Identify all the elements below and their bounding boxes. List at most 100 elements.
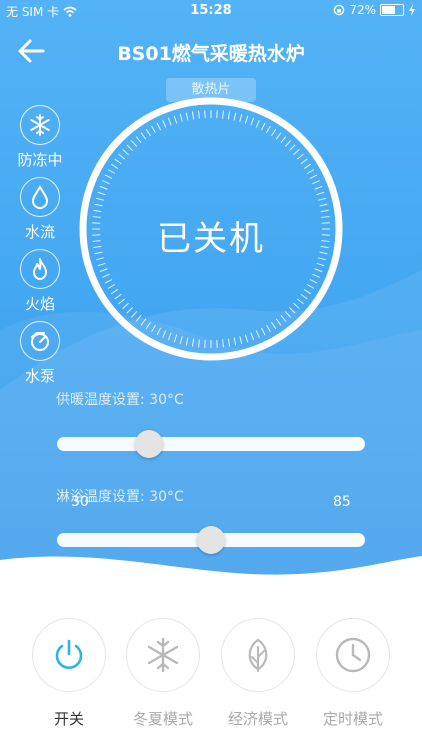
dial-tick bbox=[131, 311, 138, 318]
dial-tick bbox=[314, 268, 323, 273]
dial-tick bbox=[239, 113, 243, 122]
leaf-icon bbox=[248, 638, 268, 672]
dial-tick bbox=[312, 180, 320, 185]
dial-tick bbox=[107, 169, 116, 174]
dial-tick bbox=[131, 140, 138, 147]
dial-tick bbox=[222, 110, 224, 119]
heating-temp-slider[interactable] bbox=[57, 437, 365, 451]
dial-tick bbox=[191, 111, 195, 120]
dial-tick bbox=[185, 337, 189, 346]
dial-tick bbox=[102, 273, 110, 278]
dial-tick bbox=[95, 197, 104, 201]
dial-tick bbox=[293, 149, 300, 156]
shower-max-label: 85 bbox=[333, 494, 351, 510]
dial-tick bbox=[289, 307, 296, 314]
indicator-pump: 水泵 bbox=[14, 321, 66, 386]
dial-tick bbox=[126, 144, 133, 151]
dial-tick bbox=[110, 163, 119, 169]
dial-tick bbox=[156, 327, 162, 336]
dial-tick bbox=[306, 169, 315, 174]
water-drop-icon bbox=[31, 185, 49, 209]
dial-tick bbox=[306, 284, 315, 289]
dial-tick bbox=[266, 324, 271, 333]
dial-tick bbox=[140, 318, 147, 326]
dial-tick bbox=[99, 185, 108, 190]
dial-tick bbox=[107, 284, 116, 289]
power-icon bbox=[55, 639, 83, 669]
dial-tick bbox=[271, 128, 277, 137]
shower-slider-thumb[interactable] bbox=[197, 526, 225, 554]
battery-icon bbox=[380, 4, 404, 16]
dial-tick bbox=[266, 125, 271, 134]
economy-mode-button[interactable]: 经济模式 bbox=[220, 618, 296, 729]
battery-percent: 72% bbox=[349, 3, 376, 17]
power-status-text: 已关机 bbox=[157, 219, 265, 259]
dial-tick bbox=[104, 174, 113, 180]
snowflake-icon bbox=[147, 637, 179, 673]
dial-tick bbox=[222, 339, 224, 348]
dial-tick bbox=[135, 136, 142, 144]
indicator-flame: 火焰 bbox=[14, 249, 66, 314]
power-button[interactable]: 开关 bbox=[31, 618, 107, 729]
dial-tick bbox=[167, 117, 172, 126]
dial-tick bbox=[312, 273, 320, 278]
dial-tick bbox=[118, 298, 126, 305]
dial-tick bbox=[198, 339, 200, 348]
heating-temp-label: 供暖温度设置: 30°C bbox=[56, 392, 184, 408]
dial-tick bbox=[122, 149, 129, 156]
dial-tick bbox=[280, 136, 287, 144]
dial-tick bbox=[296, 298, 304, 305]
charging-icon bbox=[409, 4, 415, 16]
timer-mode-button[interactable]: 定时模式 bbox=[315, 618, 391, 729]
dial-tick bbox=[271, 321, 277, 330]
dial-tick bbox=[233, 112, 237, 121]
pump-icon bbox=[31, 332, 49, 351]
shower-min-label: 30 bbox=[71, 494, 89, 510]
dial-tick bbox=[179, 113, 183, 122]
dial-tick bbox=[99, 268, 108, 273]
status-bar: 无 SIM 卡 15:28 72% bbox=[0, 0, 422, 22]
dial-tick bbox=[104, 278, 113, 284]
dial-tick bbox=[156, 122, 162, 131]
dial-tick bbox=[280, 314, 287, 322]
dial-tick bbox=[319, 203, 328, 207]
page-title: BS01燃气采暖热水炉 bbox=[117, 43, 305, 65]
snowflake-icon bbox=[30, 114, 50, 136]
dial-tick bbox=[255, 120, 260, 128]
dial-tick bbox=[114, 293, 122, 300]
dial-tick bbox=[293, 302, 300, 309]
dial-tick bbox=[244, 334, 249, 343]
dial-tick bbox=[102, 180, 110, 185]
indicator-label: 水流 bbox=[24, 223, 55, 241]
dial-tick bbox=[300, 293, 308, 300]
dial-tick bbox=[260, 327, 266, 336]
indicator-label: 防冻中 bbox=[17, 151, 63, 169]
dial-tick bbox=[151, 125, 156, 134]
dial-tick bbox=[173, 115, 178, 124]
dial-tick bbox=[140, 132, 147, 140]
bottom-toolbar: 开关 冬夏模式 经济模式 定时模式 bbox=[0, 600, 422, 750]
winter-summer-mode-button[interactable]: 冬夏模式 bbox=[125, 618, 201, 729]
nav-bar: BS01燃气采暖热水炉 bbox=[0, 26, 422, 76]
dial-tick bbox=[97, 191, 106, 196]
dial-tick bbox=[260, 122, 266, 131]
dial-tick bbox=[284, 140, 291, 147]
indicator-antifreeze: 防冻中 bbox=[14, 105, 66, 170]
dial-tick bbox=[316, 262, 325, 267]
dial-tick bbox=[296, 153, 304, 160]
dial-tick bbox=[145, 128, 151, 137]
flame-icon bbox=[33, 258, 47, 280]
dial-tick bbox=[97, 262, 106, 267]
dial-tick bbox=[309, 174, 318, 180]
dial-tick bbox=[126, 307, 133, 314]
dial-tick bbox=[255, 330, 260, 338]
dial-tick bbox=[227, 111, 231, 120]
dial-tick bbox=[303, 289, 312, 295]
dial-tick bbox=[309, 278, 318, 284]
dial-tick bbox=[275, 318, 282, 326]
dial-tick bbox=[185, 112, 189, 121]
dial-tick bbox=[227, 338, 231, 347]
dial-tick bbox=[151, 324, 156, 333]
dial-tick bbox=[250, 332, 255, 341]
dial-tick bbox=[162, 120, 167, 128]
